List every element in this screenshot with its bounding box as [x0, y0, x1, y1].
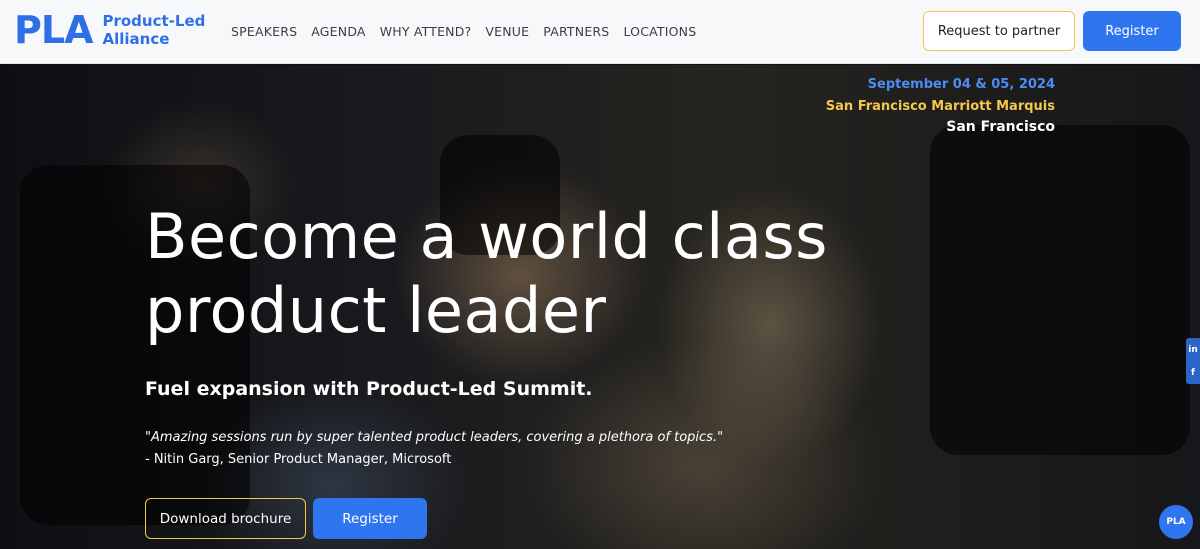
site-header: PLA Product-Led Alliance SPEAKERS AGENDA… [0, 0, 1200, 64]
main-nav: SPEAKERS AGENDA WHY ATTEND? VENUE PARTNE… [231, 24, 696, 39]
logo-name-line1: Product-Led [102, 12, 206, 30]
hero-subhead: Fuel expansion with Product-Led Summit. [145, 378, 593, 400]
linkedin-icon[interactable]: in [1188, 345, 1198, 355]
nav-why-attend[interactable]: WHY ATTEND? [380, 24, 472, 39]
logo-text: Product-Led Alliance [102, 12, 205, 48]
logo-mark: PLA [14, 8, 93, 52]
header-register-button[interactable]: Register [1083, 11, 1181, 51]
nav-partners[interactable]: PARTNERS [543, 24, 609, 39]
testimonial-author: - Nitin Garg, Senior Product Manager, Mi… [145, 452, 452, 467]
chat-widget-button[interactable]: PLA [1159, 505, 1193, 539]
social-share-rail: in f [1186, 338, 1200, 384]
nav-locations[interactable]: LOCATIONS [623, 24, 696, 39]
logo-name-line2: Alliance [102, 30, 170, 48]
request-to-partner-button[interactable]: Request to partner [923, 11, 1075, 51]
hero-headline: Become a world class product leader [145, 200, 828, 347]
brand-logo[interactable]: PLA Product-Led Alliance [14, 10, 205, 50]
testimonial-quote: "Amazing sessions run by super talented … [145, 430, 724, 445]
event-city: San Francisco [946, 119, 1055, 135]
facebook-icon[interactable]: f [1191, 368, 1195, 378]
hero-background-image [930, 125, 1190, 455]
nav-speakers[interactable]: SPEAKERS [231, 24, 297, 39]
hero-section: September 04 & 05, 2024 San Francisco Ma… [0, 65, 1200, 549]
nav-agenda[interactable]: AGENDA [311, 24, 365, 39]
event-venue: San Francisco Marriott Marquis [825, 99, 1055, 114]
download-brochure-button[interactable]: Download brochure [145, 498, 306, 539]
hero-register-button[interactable]: Register [313, 498, 427, 539]
event-date: September 04 & 05, 2024 [867, 77, 1055, 92]
nav-venue[interactable]: VENUE [485, 24, 529, 39]
